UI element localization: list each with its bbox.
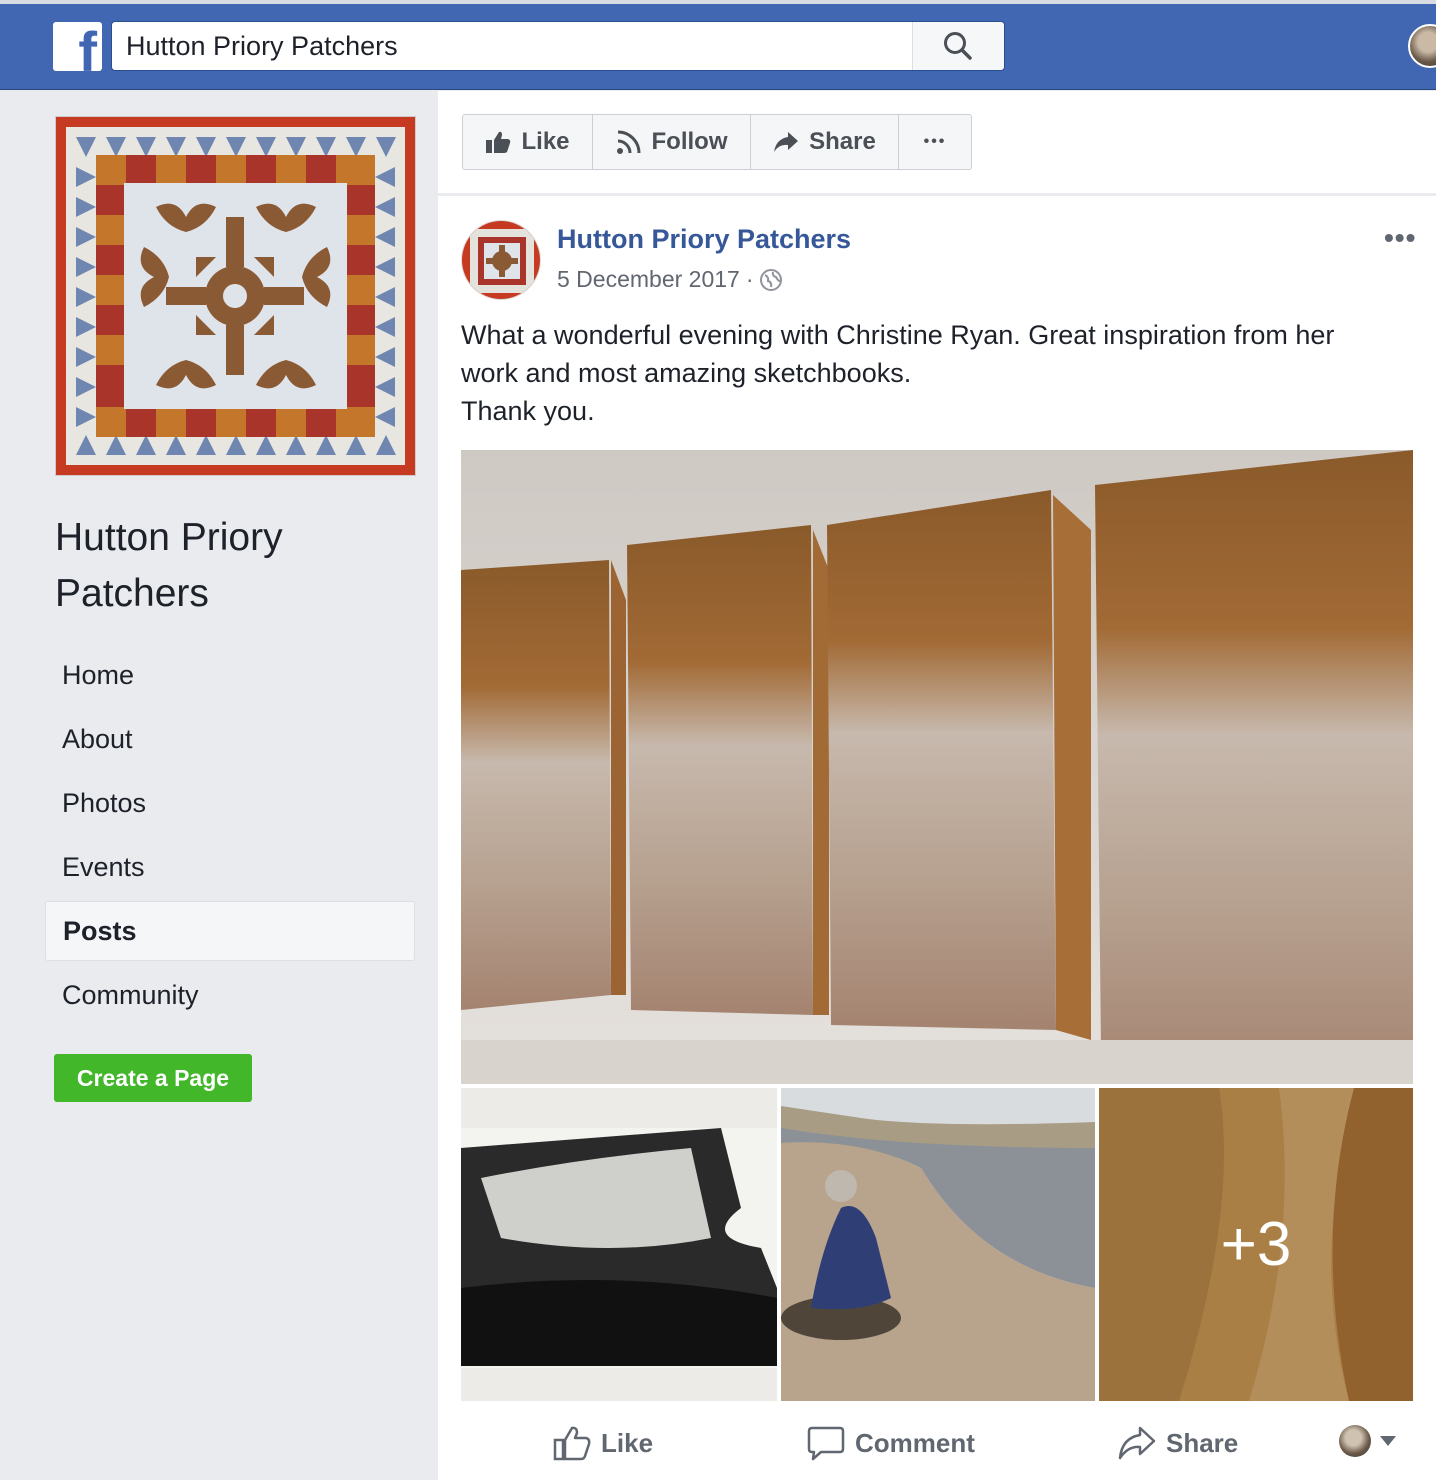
- section-separator: [438, 193, 1436, 196]
- post-text-line: Thank you.: [461, 396, 595, 426]
- post-text-line: work and most amazing sketchbooks.: [461, 358, 912, 388]
- post-photo-thumb[interactable]: [781, 1088, 1095, 1401]
- nav-item-home[interactable]: Home: [45, 643, 415, 707]
- comment-icon: [807, 1426, 845, 1461]
- page-action-bar: Like Follow Share •••: [462, 114, 972, 170]
- monoprint-photo: [461, 1088, 777, 1401]
- like-icon: [553, 1426, 591, 1461]
- page-profile-picture[interactable]: [55, 116, 416, 476]
- post-photo-main[interactable]: [461, 450, 1413, 1084]
- post-photo-thumb-more[interactable]: +3: [1099, 1088, 1413, 1401]
- post-reaction-bar: Like Comment Share: [461, 1412, 1413, 1474]
- nav-item-community[interactable]: Community: [45, 963, 415, 1027]
- page-nav: Home About Photos Events Posts Community: [45, 643, 415, 1027]
- post-author-link[interactable]: Hutton Priory Patchers: [557, 224, 851, 255]
- post-share-button[interactable]: Share: [1118, 1412, 1238, 1474]
- page-share-label: Share: [809, 128, 876, 155]
- window-edge: [0, 0, 1436, 4]
- post-comment-label: Comment: [855, 1427, 975, 1458]
- post-date[interactable]: 5 December 2017: [557, 266, 740, 293]
- caret-down-icon: [1380, 1436, 1396, 1446]
- like-icon: [486, 131, 511, 153]
- nav-item-photos[interactable]: Photos: [45, 771, 415, 835]
- share-arrow-icon: [1118, 1426, 1156, 1460]
- post-like-label: Like: [601, 1427, 654, 1458]
- textile-artwork-photo: [461, 450, 1413, 1084]
- top-bar: f: [0, 0, 1436, 90]
- profile-avatar[interactable]: [1408, 24, 1436, 68]
- post-options-button[interactable]: •••: [1384, 222, 1416, 254]
- share-arrow-icon: [774, 132, 799, 152]
- post-message: What a wonderful evening with Christine …: [461, 316, 1411, 430]
- post-photo-thumb[interactable]: [461, 1088, 777, 1401]
- nav-item-about[interactable]: About: [45, 707, 415, 771]
- more-photos-count: +3: [1099, 1088, 1413, 1401]
- search-icon: [944, 32, 972, 60]
- post-text-line: What a wonderful evening with Christine …: [461, 320, 1335, 350]
- page-like-label: Like: [521, 128, 570, 155]
- facebook-logo-icon[interactable]: f: [53, 22, 102, 71]
- quilt-avatar-image: [462, 221, 540, 299]
- follow-button[interactable]: Follow: [593, 115, 751, 169]
- search-input[interactable]: [126, 22, 906, 70]
- page-name-heading: Hutton Priory Patchers: [55, 516, 283, 615]
- meta-separator: ·: [745, 266, 754, 292]
- page-like-button[interactable]: Like: [463, 115, 593, 169]
- search-button[interactable]: [912, 22, 1004, 70]
- nav-item-events[interactable]: Events: [45, 835, 415, 899]
- search-box: [111, 21, 1005, 71]
- post-author-avatar[interactable]: [461, 220, 541, 300]
- avatar: [1339, 1425, 1371, 1457]
- page-more-button[interactable]: •••: [899, 115, 971, 169]
- more-dots-icon: •••: [923, 133, 947, 150]
- post-like-button[interactable]: Like: [553, 1412, 653, 1474]
- globe-icon[interactable]: [759, 268, 782, 291]
- quilt-image: [56, 117, 415, 475]
- rss-icon: [616, 130, 640, 154]
- create-page-button[interactable]: Create a Page: [54, 1054, 252, 1102]
- follow-label: Follow: [651, 128, 728, 155]
- post-meta: 5 December 2017 ·: [557, 266, 782, 293]
- nav-item-posts[interactable]: Posts: [45, 901, 415, 961]
- page-share-button[interactable]: Share: [751, 115, 899, 169]
- post-share-label: Share: [1166, 1427, 1239, 1458]
- beach-sketching-photo: [781, 1088, 1095, 1401]
- post-comment-button[interactable]: Comment: [807, 1412, 975, 1474]
- post-as-selector[interactable]: [1339, 1425, 1397, 1457]
